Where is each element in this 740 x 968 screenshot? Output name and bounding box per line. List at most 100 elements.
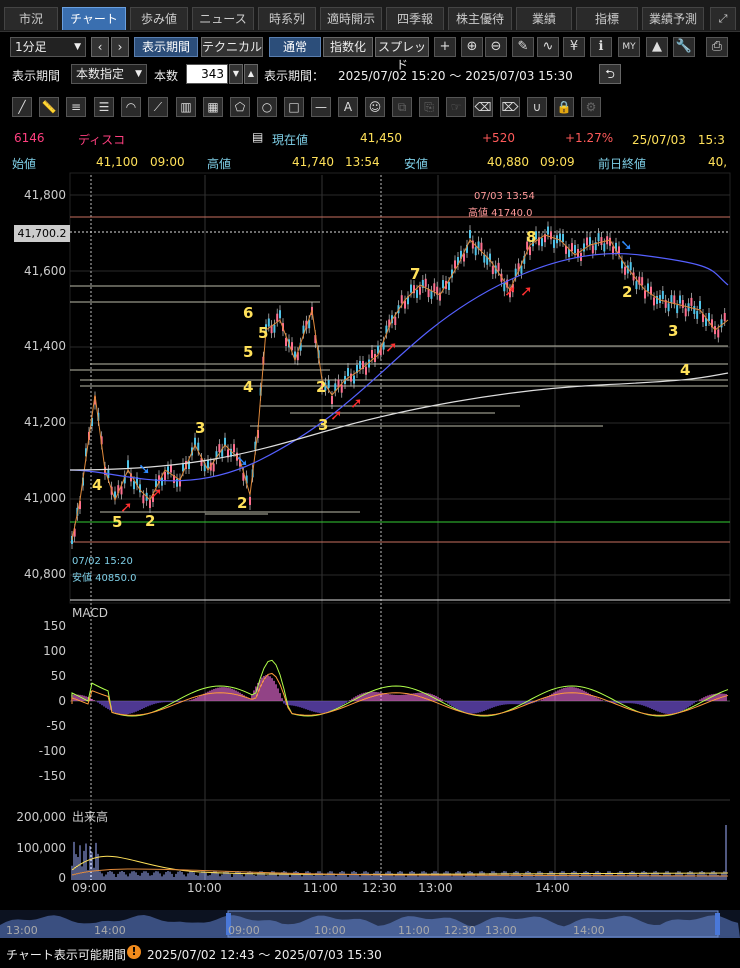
candle-body [424, 278, 427, 287]
candle-body [667, 303, 670, 312]
candle-body [696, 310, 699, 319]
candle-body [550, 231, 552, 240]
macd-panel [70, 659, 730, 801]
nav-tick: 09:00 [228, 924, 260, 937]
nav-tick: 13:00 [485, 924, 517, 937]
current-price-marker: 41,700.2 [14, 225, 70, 242]
candle-body [347, 368, 349, 377]
candle-body [371, 350, 373, 359]
candle-body [661, 290, 664, 299]
high-annot-date: 07/03 13:54 [474, 191, 535, 202]
candle-body [427, 289, 430, 298]
candle-body [419, 286, 421, 295]
nav-tick: 14:00 [573, 924, 605, 937]
candle-body [442, 280, 444, 289]
candle-body [644, 290, 646, 299]
candle-body [684, 308, 687, 317]
candle-body [127, 460, 129, 469]
candle-body [233, 444, 235, 453]
sell-arrow-icon: ➘ [236, 452, 249, 470]
candle-body [699, 301, 701, 310]
x-tick: 11:00 [303, 881, 338, 895]
y-tick: 41,000 [24, 491, 66, 505]
wave-label: 6 [243, 304, 253, 322]
candle-body [635, 281, 638, 290]
buy-arrow-icon: ➚ [330, 406, 343, 424]
candle-body [416, 289, 418, 298]
wave-label: 2 [237, 494, 247, 512]
candle-body [653, 297, 655, 306]
low-annot-text: 安値 40850.0 [72, 573, 137, 584]
ma-long [69, 372, 729, 471]
candle-body [176, 478, 178, 487]
signal-line [71, 672, 729, 716]
high-annot-text: 高値 41740.0 [468, 208, 533, 219]
nav-tick: 12:30 [444, 924, 476, 937]
y-tick: 41,200 [24, 415, 66, 429]
candle-body [690, 297, 693, 306]
x-tick: 10:00 [187, 881, 222, 895]
candle-body [133, 481, 135, 490]
candle-body [410, 284, 412, 293]
macd-label: MACD [72, 606, 108, 620]
volume-tick: 200,000 [16, 810, 66, 824]
wave-label: 4 [680, 361, 690, 379]
buy-arrow-icon: ➚ [150, 484, 163, 502]
wave-label: 4 [243, 378, 253, 396]
y-tick: 41,800 [24, 188, 66, 202]
candle-body [340, 384, 343, 393]
candle-body [708, 313, 710, 322]
candle-body [571, 243, 573, 252]
moving-averages [69, 234, 729, 541]
candle-body [600, 237, 603, 246]
price-chart[interactable]: 45 23245652378234➚➚➚➚➚➚ ➚➘ ➘➘ [0, 0, 740, 968]
candle-body [249, 496, 251, 505]
candle-body [454, 260, 456, 269]
candle-body [641, 277, 644, 286]
macd-tick: -100 [38, 744, 66, 758]
footer-label: チャート表示可能期間 [6, 948, 126, 962]
candle-body [583, 243, 585, 252]
candle-body [207, 460, 209, 469]
macd-line [71, 659, 729, 717]
candle-body [353, 375, 355, 384]
candle-body [350, 373, 352, 382]
candle-body [491, 266, 494, 275]
candle-body [647, 283, 649, 292]
grid [70, 175, 730, 880]
wave-label: 4 [92, 476, 102, 494]
wave-label: 3 [195, 419, 205, 437]
candle-body [359, 360, 361, 369]
x-tick: 14:00 [535, 881, 570, 895]
candle-body [597, 233, 600, 242]
candle-body [624, 266, 626, 275]
x-tick: 13:00 [418, 881, 453, 895]
x-tick: 09:00 [72, 881, 107, 895]
candle-body [547, 226, 549, 235]
candle-body [673, 295, 676, 304]
warning-icon[interactable]: ! [127, 945, 141, 959]
candle-body [591, 245, 594, 254]
macd-tick: 50 [50, 669, 66, 683]
candle-body [676, 305, 679, 314]
wave-label: 5 [258, 324, 268, 342]
wave-label: 7 [410, 265, 420, 283]
candle-body [182, 463, 184, 472]
wave-label: 2 [622, 283, 632, 301]
volume-label: 出来高 [72, 810, 109, 824]
candle-body [212, 463, 215, 472]
nav-handle-right [715, 913, 720, 935]
wave-label: 2 [316, 378, 326, 396]
sell-arrow-icon: ➘ [138, 460, 151, 478]
volume-tick: 0 [58, 871, 66, 885]
buy-arrow-icon: ➚ [520, 282, 533, 300]
macd-tick: -50 [46, 719, 66, 733]
ma-short [71, 234, 729, 541]
nav-tick: 11:00 [398, 924, 430, 937]
candle-body [629, 262, 632, 271]
candle-body [717, 329, 720, 338]
candle-body [681, 300, 684, 309]
wave-label: 2 [145, 512, 155, 530]
wave-label: 3 [318, 416, 328, 434]
footer: チャート表示可能期間 ! 2025/07/02 12:43 ～ 2025/07/… [0, 940, 740, 968]
